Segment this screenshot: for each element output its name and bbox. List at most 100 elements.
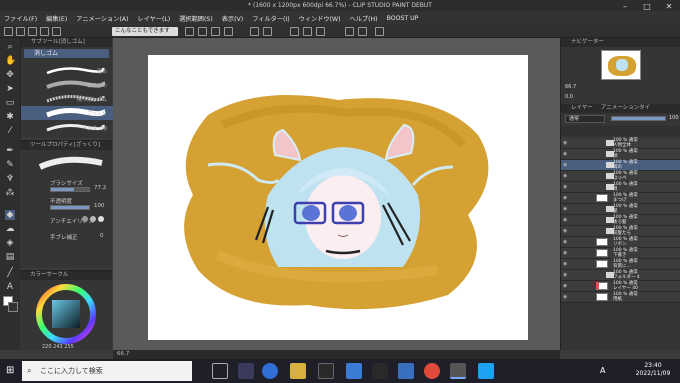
close-icon[interactable]: ✕ xyxy=(658,0,680,25)
visibility-eye-icon[interactable]: ◉ xyxy=(563,173,569,179)
navigator-preview[interactable] xyxy=(601,50,641,80)
windows-start-icon[interactable]: ⊞ xyxy=(6,365,17,376)
edge-icon[interactable] xyxy=(262,363,278,379)
ime-indicator[interactable]: A xyxy=(600,366,605,375)
brush-item-rough[interactable]: ざっくり xyxy=(21,106,113,120)
layer-row[interactable]: ◉ 100 % 通常 フォルダー 4 xyxy=(561,270,680,281)
menu-edit[interactable]: 編集(E) xyxy=(46,14,67,23)
visibility-eye-icon[interactable]: ◉ xyxy=(563,294,569,300)
menu-view[interactable]: 表示(V) xyxy=(222,14,243,23)
visibility-eye-icon[interactable]: ◉ xyxy=(563,239,569,245)
layer-row-selected[interactable]: ◉ 100 % 通常 耳の xyxy=(561,160,680,171)
move-tool-icon[interactable]: ✥ xyxy=(5,70,15,80)
brush-size-slider[interactable] xyxy=(50,187,90,192)
eraser-tool-icon[interactable]: ◆ xyxy=(5,210,15,220)
layer-row[interactable]: ◉ 100 % 通常 人物全体 xyxy=(561,138,680,149)
eyedropper-tool-icon[interactable]: ⁄ xyxy=(5,126,15,136)
status-zoom[interactable]: 66.7 xyxy=(117,351,129,357)
layer-row[interactable]: ◉ 100 % 通常 背景に… xyxy=(561,259,680,270)
select-all-icon[interactable] xyxy=(290,27,299,36)
subtool-group-tab[interactable]: 消しゴム xyxy=(24,49,109,58)
clip-studio-icon[interactable] xyxy=(450,363,466,379)
line-tool-icon[interactable]: ╱ xyxy=(5,268,15,278)
lasso-tool-icon[interactable]: ✱ xyxy=(5,112,15,122)
operation-tool-icon[interactable]: ➤ xyxy=(5,84,15,94)
visibility-eye-icon[interactable]: ◉ xyxy=(563,206,569,212)
selection-tool-icon[interactable]: ▭ xyxy=(5,98,15,108)
menu-selection[interactable]: 選択範囲(S) xyxy=(179,14,213,23)
layer-row[interactable]: ◉ 100 % 通常髪 xyxy=(561,204,680,215)
open-icon[interactable] xyxy=(16,27,25,36)
menu-layer[interactable]: レイヤー(L) xyxy=(137,14,170,23)
undo-icon[interactable] xyxy=(40,27,49,36)
layer-row[interactable]: ◉ 100 % 通常 ほっぺ xyxy=(561,171,680,182)
pencil-tool-icon[interactable]: ✎ xyxy=(5,160,15,170)
layer-row[interactable]: ◉ 100 % 通常 下書き xyxy=(561,248,680,259)
snap-icon[interactable] xyxy=(345,27,354,36)
airbrush-tool-icon[interactable]: ⁂ xyxy=(5,188,15,198)
menu-animation[interactable]: アニメーション(A) xyxy=(76,14,128,23)
layer-row[interactable]: ◉ 100 % 通常 用紙 xyxy=(561,292,680,303)
visibility-eye-icon[interactable]: ◉ xyxy=(563,195,569,201)
save-icon[interactable] xyxy=(28,27,37,36)
antialias-medium-option[interactable] xyxy=(98,216,104,222)
fill-icon[interactable] xyxy=(224,27,233,36)
stabilization-value[interactable]: 0 xyxy=(100,233,104,239)
canvas-paper[interactable] xyxy=(148,55,528,340)
brush-tool-icon[interactable]: ♆ xyxy=(5,174,15,184)
layer-row[interactable]: ◉ 100 % 通常 まつげ xyxy=(561,193,680,204)
layer-row[interactable]: ◉ 100 % 通常顔 xyxy=(561,149,680,160)
redo-icon[interactable] xyxy=(52,27,61,36)
layer-row[interactable]: ◉ 100 % 通常 レイヤー 40 xyxy=(561,281,680,292)
menu-window[interactable]: ウィンドウ(W) xyxy=(299,14,341,23)
visibility-eye-icon[interactable]: ◉ xyxy=(563,250,569,256)
taskbar-search-input[interactable]: ⌕ ここに入力して検索 xyxy=(22,361,192,381)
blend-mode-select[interactable]: 通常 xyxy=(565,115,605,123)
brush-size-value[interactable]: 77.2 xyxy=(94,185,106,191)
menu-filter[interactable]: フィルター(I) xyxy=(252,14,289,23)
minimize-icon[interactable]: – xyxy=(614,0,636,25)
invert-selection-icon[interactable] xyxy=(316,27,325,36)
visibility-eye-icon[interactable]: ◉ xyxy=(563,261,569,267)
layer-opacity-slider[interactable] xyxy=(611,116,666,121)
twitter-icon[interactable] xyxy=(478,363,494,379)
animation-timeline-tab[interactable]: アニメーションタイ xyxy=(601,104,650,113)
canvas-settings-icon[interactable] xyxy=(185,27,194,36)
brush-item-soft[interactable]: 軟らかめ xyxy=(21,78,113,91)
navigator-zoom[interactable]: 66.7 xyxy=(565,84,576,90)
visibility-eye-icon[interactable]: ◉ xyxy=(563,283,569,289)
pen-tool-icon[interactable]: ✒ xyxy=(5,146,15,156)
navigator-angle[interactable]: 0.0 xyxy=(565,94,573,100)
layer-tab[interactable]: レイヤー xyxy=(571,104,593,113)
visibility-eye-icon[interactable]: ◉ xyxy=(563,217,569,223)
layer-opacity-value[interactable]: 100 xyxy=(669,115,679,121)
maximize-icon[interactable]: □ xyxy=(636,0,658,25)
hand-tool-icon[interactable]: ✋ xyxy=(5,56,16,66)
color-wheel[interactable] xyxy=(30,283,102,345)
blend-tool-icon[interactable]: ☁ xyxy=(5,224,15,234)
grid-icon[interactable] xyxy=(375,27,384,36)
cortana-icon[interactable] xyxy=(212,363,228,379)
dell-icon[interactable] xyxy=(318,363,334,379)
brush-item-rub[interactable]: 擦り消しゴム xyxy=(21,92,113,105)
rotate-right-icon[interactable] xyxy=(263,27,272,36)
brush-item-vector[interactable]: ベクター用 xyxy=(21,121,113,134)
opacity-value[interactable]: 100 xyxy=(94,203,105,209)
deselect-icon[interactable] xyxy=(303,27,312,36)
text-tool-icon[interactable]: A xyxy=(5,282,15,292)
gradient-tool-icon[interactable]: ▤ xyxy=(5,252,15,262)
print-icon[interactable] xyxy=(198,27,207,36)
app-icon[interactable] xyxy=(398,363,414,379)
visibility-eye-icon[interactable]: ◉ xyxy=(563,140,569,146)
visibility-eye-icon[interactable]: ◉ xyxy=(563,272,569,278)
rotate-left-icon[interactable] xyxy=(250,27,259,36)
taskbar-clock[interactable]: 23:40 2022/11/09 xyxy=(628,362,678,378)
layer-row[interactable]: ◉ 100 % 通常 前髪たら xyxy=(561,226,680,237)
new-icon[interactable] xyxy=(4,27,13,36)
layer-row[interactable]: ◉ 100 % 通常 後ろ髪 xyxy=(561,215,680,226)
clear-icon[interactable] xyxy=(211,27,220,36)
menu-help[interactable]: ヘルプ(H) xyxy=(350,14,378,23)
task-view-icon[interactable] xyxy=(238,363,254,379)
antialias-none-option[interactable] xyxy=(82,216,88,222)
zoom-tool-icon[interactable]: ⌕ xyxy=(5,42,15,52)
